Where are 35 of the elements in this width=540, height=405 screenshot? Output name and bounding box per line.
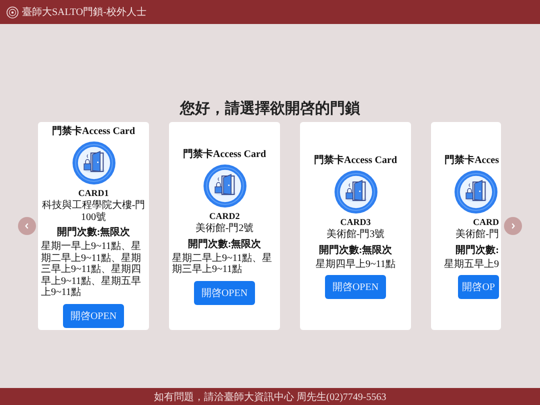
open-count: 開門次數:無限次	[56, 226, 130, 240]
door-name: 美術館-門	[456, 229, 499, 240]
card-label: 門禁卡Access Card	[314, 154, 398, 167]
previous-button[interactable]	[18, 217, 36, 235]
card-label: 門禁卡Acces	[444, 154, 499, 167]
door-name: 科技與工程學院大樓-門100號	[41, 200, 146, 224]
card-label: 門禁卡Access Card	[182, 148, 266, 162]
open-count: 開門次數:無限次	[188, 238, 262, 251]
open-count: 開門次數:無限次	[318, 244, 392, 256]
open-button[interactable]: 開啓OPEN	[325, 275, 386, 299]
card-id: CARD	[473, 217, 499, 227]
footer-text: 如有問題，請洽臺師大資訊中心 周先生(02)7749-5563	[0, 388, 540, 405]
next-button[interactable]	[504, 217, 522, 235]
schedule-text: 星期五早上9	[444, 258, 499, 270]
card-label: 門禁卡Access Card	[52, 124, 136, 138]
open-button[interactable]: 開啓OP	[458, 275, 499, 299]
card-id: CARD3	[340, 217, 371, 227]
schedule-text: 星期一早上9~11點、星期二早上9~11點、星期三早上9~11點、星期四早上9~11點、星期五早上9~11點	[41, 241, 142, 299]
chevron-left-icon	[23, 222, 31, 230]
schedule-text: 星期四早上9~11點	[315, 258, 396, 270]
app-title: 臺師大SALTO門鎖-校外人士	[22, 6, 146, 19]
door-name: 美術館-門2號	[195, 223, 254, 235]
open-button[interactable]: 開啓OPEN	[194, 280, 255, 305]
open-count: 開門次數:	[456, 244, 499, 256]
chevron-right-icon	[509, 222, 517, 230]
card-id: CARD2	[209, 211, 240, 222]
door-name: 美術館-門3號	[326, 229, 385, 240]
page-heading: 您好，請選擇欲開啓的門鎖	[180, 99, 360, 118]
open-button[interactable]: 開啓OPEN	[63, 304, 124, 328]
emblem-icon	[6, 6, 19, 18]
door-lock-icon	[70, 140, 116, 186]
door-lock-icon	[332, 169, 378, 215]
door-lock-icon	[202, 163, 248, 210]
card-id: CARD1	[78, 188, 109, 198]
schedule-text: 星期二早上9~11點、星期三早上9~11點	[172, 252, 274, 276]
